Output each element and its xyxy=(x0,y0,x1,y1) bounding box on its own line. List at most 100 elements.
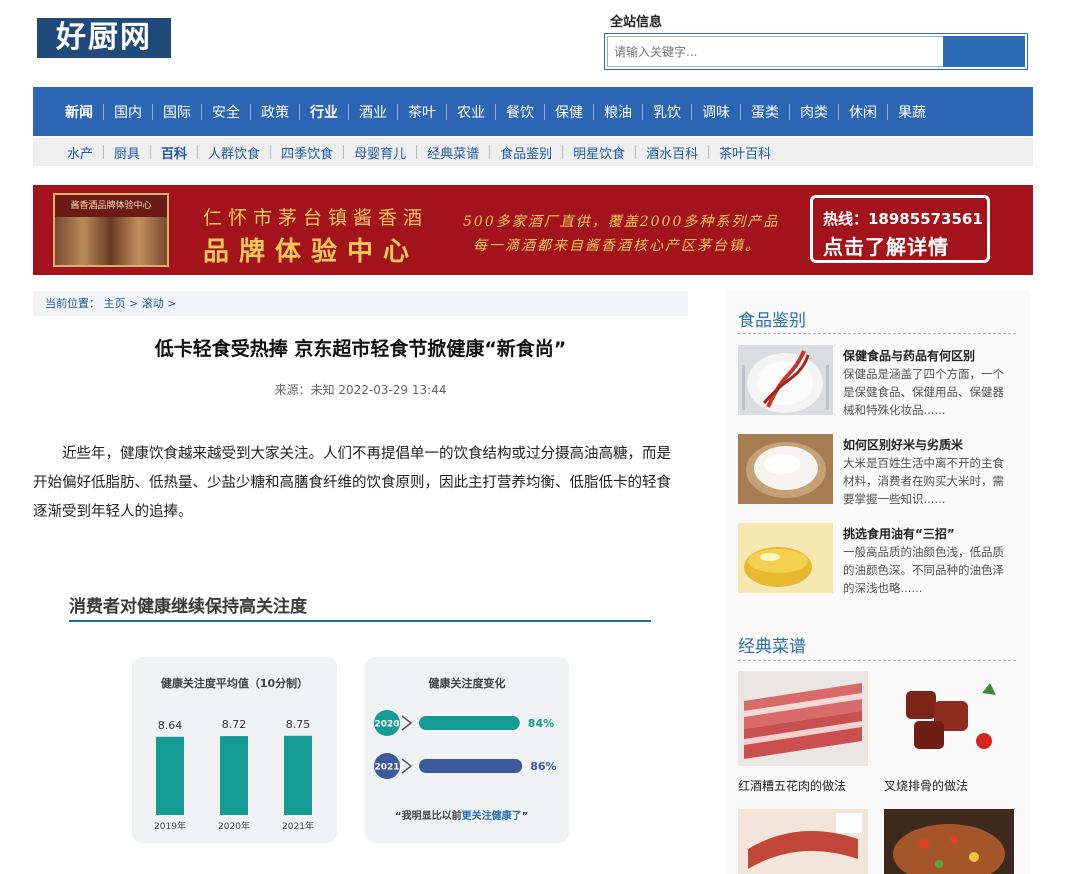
sidebar-divider xyxy=(738,660,1016,661)
sidebar-article-item[interactable]: 保健食品与药品有何区别 保健品是涵盖了四个方面，一个是保健食品、保健用品、保健器… xyxy=(738,345,1016,421)
secondary-nav-item[interactable]: 母婴育儿 xyxy=(344,143,416,162)
secondary-nav-item[interactable]: 四季饮食 xyxy=(271,143,343,162)
secondary-nav-item[interactable]: 人群饮食 xyxy=(198,143,270,162)
primary-nav-item[interactable]: 农业 xyxy=(447,102,495,122)
avg-score-bar-chart: 8.64 2019年 8.72 2020年 8.75 2021年 xyxy=(154,718,314,832)
banner-subtext-1: 500多家酒厂直供，覆盖2000多种系列产品 xyxy=(463,214,780,230)
bar xyxy=(156,736,184,815)
breadcrumb-separator: > xyxy=(129,297,139,310)
banner-headline-1: 仁怀市茅台镇酱香酒 xyxy=(203,207,429,229)
primary-nav-item[interactable]: 休闲 xyxy=(839,102,887,122)
sidebar-article-item[interactable]: 挑选食用油有“三招” 一般高品质的油颜色浅，低品质的油颜色深。不同品种的油色泽的… xyxy=(738,523,1016,599)
quote-suffix: ” xyxy=(521,811,529,822)
primary-nav-item[interactable]: 调味 xyxy=(692,102,740,122)
bar-category-label: 2021年 xyxy=(282,820,314,832)
primary-nav-item[interactable]: 果蔬 xyxy=(888,102,936,122)
breadcrumb-section-link[interactable]: 滚动 xyxy=(142,297,164,310)
banner-subtext-2: 每一滴酒都来自酱香酒核心产区茅台镇。 xyxy=(473,238,761,254)
sidebar-article-item[interactable]: 如何区别好米与劣质米 大米是百姓生活中离不开的主食材料，消费者在购买大米时，需要… xyxy=(738,434,1016,510)
infographic-divider xyxy=(69,620,651,622)
secondary-nav-item[interactable]: 茶叶百科 xyxy=(709,143,781,162)
sidebar-section-title-classic-recipes[interactable]: 经典菜谱 xyxy=(738,632,806,657)
primary-nav-item[interactable]: 蛋类 xyxy=(741,102,789,122)
bar-value-label: 8.75 xyxy=(286,718,311,731)
quote-prefix: “我明显比以前 xyxy=(395,811,462,822)
infographic: 消费者对健康继续保持高关注度 健康关注度平均值（10分制） 8.64 2019年 8… xyxy=(33,555,688,874)
secondary-nav-item[interactable]: 明星饮食 xyxy=(563,143,635,162)
article-meta: 来源：未知 2022-03-29 13:44 xyxy=(274,383,447,397)
store-photo: 酱香酒品牌体验中心 xyxy=(53,193,169,267)
primary-nav-item[interactable]: 保健 xyxy=(545,102,593,122)
secondary-nav-item[interactable]: 经典菜谱 xyxy=(417,143,489,162)
search-input[interactable] xyxy=(607,36,945,67)
primary-nav-item[interactable]: 国际 xyxy=(153,102,201,122)
primary-nav-item[interactable]: 新闻 xyxy=(55,102,103,122)
breadcrumb-home-link[interactable]: 主页 xyxy=(104,297,126,310)
secondary-nav-item[interactable]: 厨具 xyxy=(104,143,150,162)
dna-plate-image xyxy=(738,345,833,415)
site-logo[interactable]: 好厨网 xyxy=(37,18,171,58)
sidebar-section-title-food-identification[interactable]: 食品鉴别 xyxy=(738,306,806,331)
article-title: 低卡轻食受热捧 京东超市轻食节掀健康“新食尚” xyxy=(154,338,567,360)
sidebar-item-title[interactable]: 保健食品与药品有何区别 xyxy=(843,347,975,364)
bar xyxy=(419,716,520,730)
secondary-nav-item[interactable]: 食品鉴别 xyxy=(490,143,562,162)
rice-bowl-image xyxy=(738,434,833,504)
secondary-nav-item[interactable]: 酒水百科 xyxy=(636,143,708,162)
bar xyxy=(220,736,248,815)
primary-nav-item[interactable]: 茶叶 xyxy=(398,102,446,122)
banner-headline-2: 品牌体验中心 xyxy=(203,237,420,267)
primary-nav: 新闻 国内 国际 安全 政策 行业 酒业 茶叶 农业 餐饮 保健 粮油 乳饮 调味 蛋类 肉类 休闲 果蔬 xyxy=(33,87,1033,136)
bar-category-label: 2020年 xyxy=(218,820,250,832)
primary-nav-item[interactable]: 肉类 xyxy=(790,102,838,122)
bar xyxy=(284,735,312,815)
recipe-card[interactable] xyxy=(738,809,868,874)
pork-belly-image xyxy=(738,671,868,766)
store-interior-image xyxy=(55,217,167,265)
banner-ad[interactable]: 酱香酒品牌体验中心 仁怀市茅台镇酱香酒 品牌体验中心 500多家酒厂直供，覆盖2… xyxy=(33,185,1033,275)
primary-nav-item[interactable]: 行业 xyxy=(300,102,348,122)
recipe-card[interactable] xyxy=(884,809,1014,874)
primary-nav-item[interactable]: 餐饮 xyxy=(496,102,544,122)
banner-cta-label: 点击了解详情 xyxy=(823,235,949,259)
quote-highlight: 更关注健康了 xyxy=(461,811,522,822)
sausage-image xyxy=(738,809,868,874)
oil-glass-image xyxy=(738,523,833,593)
sidebar-item-desc: 大米是百姓生活中离不开的主食材料，消费者在购买大米时，需要掌握一些知识.....… xyxy=(843,456,1004,506)
bar-category-label: 2019年 xyxy=(154,820,186,832)
secondary-nav: 水产 厨具 百科 人群饮食 四季饮食 母婴育儿 经典菜谱 食品鉴别 明星饮食 酒水百科 茶叶百科 xyxy=(33,138,1033,166)
recipe-card[interactable]: 红酒糟五花肉的做法 xyxy=(738,671,868,794)
sidebar-item-desc: 保健品是涵盖了四个方面，一个是保健食品、保健用品、保健器械和特殊化妆品.....… xyxy=(843,367,1004,417)
secondary-nav-item[interactable]: 百科 xyxy=(151,143,197,162)
arrow-icon xyxy=(401,758,413,774)
primary-nav-item[interactable]: 粮油 xyxy=(594,102,642,122)
primary-nav-item[interactable]: 国内 xyxy=(104,102,152,122)
sidebar-item-title[interactable]: 如何区别好米与劣质米 xyxy=(843,436,963,453)
article-body: 近些年，健康饮食越来越受到大家关注。人们不再提倡单一的饮食结构或过分摄高油高糖，… xyxy=(33,446,671,520)
search-button[interactable] xyxy=(943,36,1025,67)
primary-nav-item[interactable]: 安全 xyxy=(202,102,250,122)
bar-value-label: 86% xyxy=(530,760,556,773)
recipe-card[interactable]: 叉烧排骨的做法 xyxy=(884,671,1014,794)
bar xyxy=(419,759,523,773)
banner-cta-button[interactable]: 热线：18985573561 点击了解详情 xyxy=(810,195,990,263)
recipe-label[interactable]: 红酒糟五花肉的做法 xyxy=(738,777,868,794)
primary-nav-item[interactable]: 酒业 xyxy=(349,102,397,122)
grilled-fish-image xyxy=(884,809,1014,874)
year-label: 2020 xyxy=(374,720,399,730)
bar-value-label: 84% xyxy=(528,717,554,730)
bar-value-label: 8.72 xyxy=(222,718,247,731)
quote-text: “我明显比以前更关注健康了” xyxy=(395,807,528,822)
attention-change-card: 健康关注度变化 2020 84% 2021 86% “我明显比以前更关注健康了” xyxy=(365,657,569,843)
search-label: 全站信息 xyxy=(610,15,663,30)
banner-hotline: 热线：18985573561 xyxy=(823,210,983,228)
sidebar-divider xyxy=(738,333,1016,334)
sidebar-item-title[interactable]: 挑选食用油有“三招” xyxy=(843,525,955,542)
primary-nav-item[interactable]: 政策 xyxy=(251,102,299,122)
recipe-label[interactable]: 叉烧排骨的做法 xyxy=(884,777,1014,794)
year-label: 2021 xyxy=(374,763,399,773)
primary-nav-item[interactable]: 乳饮 xyxy=(643,102,691,122)
secondary-nav-item[interactable]: 水产 xyxy=(57,143,103,162)
infographic-title: 消费者对健康继续保持高关注度 xyxy=(69,597,307,617)
bar-value-label: 8.64 xyxy=(158,719,183,732)
